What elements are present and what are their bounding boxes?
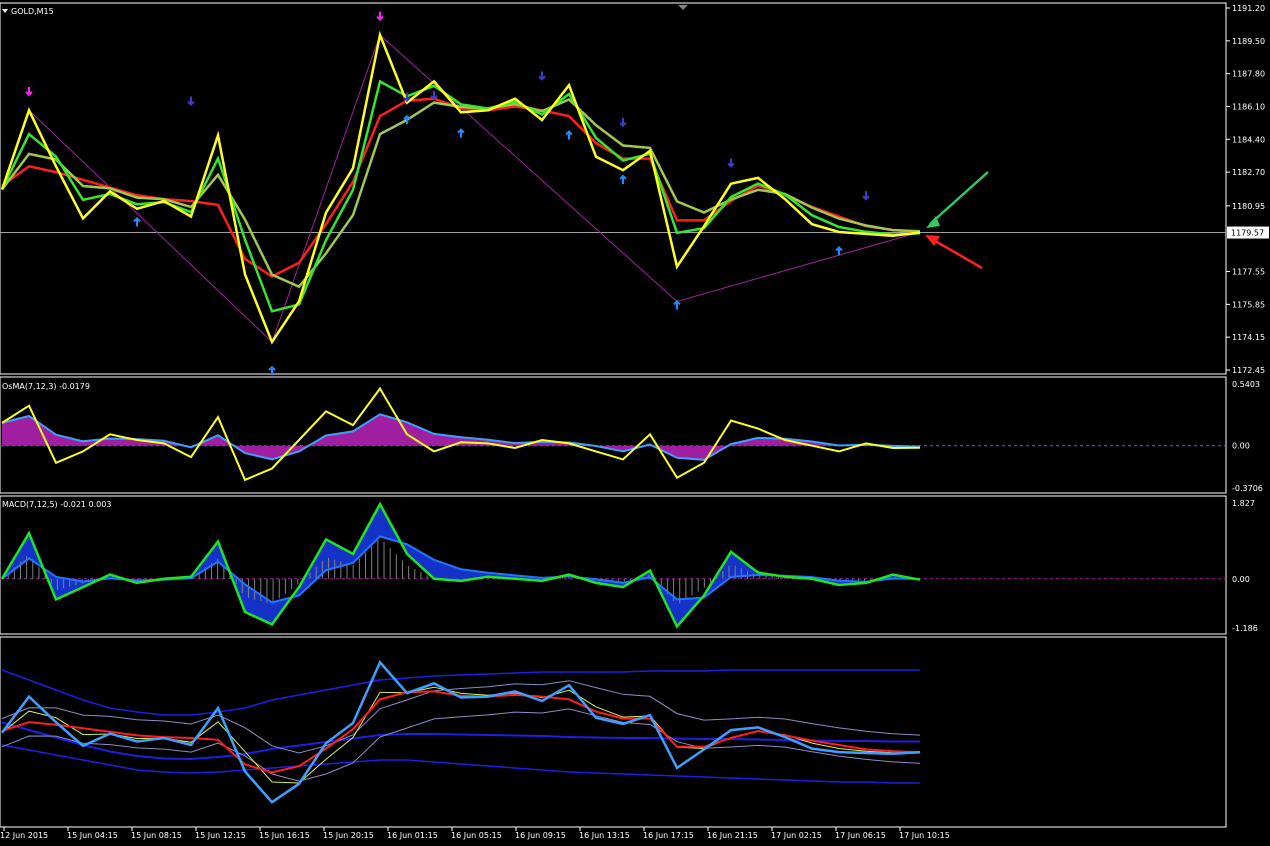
price-tick-label: 1174.15 xyxy=(1232,333,1265,342)
arrow-down-icon xyxy=(430,90,438,101)
trading-chart[interactable]: 1191.20 1189.50 1187.80 1186.10 1184.40 1182.… xyxy=(0,0,1270,846)
price-tick-label: 1177.55 xyxy=(1232,268,1265,277)
time-tick-label: 17 Jun 06:15 xyxy=(835,831,886,840)
bands-price-line xyxy=(0,660,921,804)
time-tick-label: 17 Jun 02:15 xyxy=(771,831,822,840)
macd-main-line xyxy=(0,501,921,629)
time-tick-label: 15 Jun 12:15 xyxy=(195,831,246,840)
price-panel-title: GOLD,M15 xyxy=(11,7,54,16)
current-price-label: 1179.57 xyxy=(1231,229,1264,238)
time-tick-label: 16 Jun 09:15 xyxy=(515,831,566,840)
top-arrow-icon xyxy=(25,86,33,97)
macd-tick-label: -1.186 xyxy=(1232,624,1258,633)
time-tick-label: 16 Jun 21:15 xyxy=(707,831,758,840)
top-arrow-icon xyxy=(376,11,384,21)
arrow-up-icon xyxy=(457,128,465,138)
osma-tick-label: -0.3706 xyxy=(1232,484,1263,493)
price-tick-label: 1182.70 xyxy=(1232,168,1265,177)
macd-tick-label: 1.827 xyxy=(1232,499,1255,508)
macd-tick-label: 0.00 xyxy=(1232,575,1250,584)
price-tick-label: 1189.50 xyxy=(1232,37,1265,46)
time-tick-label: 16 Jun 01:15 xyxy=(387,831,438,840)
time-tick-label: 16 Jun 17:15 xyxy=(643,831,694,840)
red-pointer-head-icon xyxy=(925,235,940,246)
time-tick-label: 15 Jun 08:15 xyxy=(131,831,182,840)
price-tick-label: 1175.85 xyxy=(1232,300,1265,309)
arrow-down-icon xyxy=(619,117,627,128)
time-tick-label: 15 Jun 16:15 xyxy=(259,831,310,840)
macd-panel-frame xyxy=(0,495,1227,635)
price-tick-label: 1180.95 xyxy=(1232,202,1265,211)
time-tick-label: 12 Jun 2015 xyxy=(0,831,48,840)
arrow-down-icon xyxy=(727,158,735,168)
osma-signal-line xyxy=(1,413,921,461)
arrow-down-icon xyxy=(538,71,546,81)
arrow-up-icon xyxy=(133,217,141,227)
time-tick-label: 16 Jun 05:15 xyxy=(451,831,502,840)
green-pointer-arrow xyxy=(929,171,989,225)
envelope-upper-line xyxy=(1,669,920,716)
price-tick-label: 1172.45 xyxy=(1232,366,1265,375)
bands-panel xyxy=(0,660,921,804)
bands-ma-line xyxy=(1,690,921,774)
osma-line xyxy=(1,386,921,482)
osma-panel: 0.5403 0.00 -0.3706 xyxy=(0,380,1263,493)
osma-panel-title: OsMA(7,12,3) -0.0179 xyxy=(2,382,90,391)
osma-tick-label: 0.00 xyxy=(1232,442,1250,451)
price-tick-label: 1186.10 xyxy=(1232,102,1265,111)
arrow-up-icon xyxy=(565,130,573,140)
time-axis: 12 Jun 2015 15 Jun 04:15 15 Jun 08:15 15 Ju… xyxy=(0,827,950,840)
zigzag-line xyxy=(1,34,921,343)
osma-tick-label: 0.5403 xyxy=(1232,380,1260,389)
price-tick-label: 1191.20 xyxy=(1232,4,1265,13)
macd-signal-fill xyxy=(2,504,920,627)
arrow-down-icon xyxy=(862,191,870,201)
scroll-marker-icon[interactable] xyxy=(678,5,688,10)
envelope-lower-line xyxy=(1,744,920,784)
red-pointer-arrow xyxy=(929,236,983,270)
bands-panel-frame xyxy=(0,636,1227,828)
time-tick-label: 15 Jun 20:15 xyxy=(323,831,374,840)
chart-menu-icon[interactable] xyxy=(2,9,8,13)
macd-panel: 1.827 0.00 -1.186 xyxy=(0,499,1258,633)
macd-signal-line xyxy=(1,535,921,604)
price-tick-label: 1187.80 xyxy=(1232,70,1265,79)
arrow-down-icon xyxy=(187,96,195,106)
arrow-up-icon xyxy=(673,300,681,310)
arrow-up-icon xyxy=(619,174,627,184)
osma-panel-frame xyxy=(0,376,1227,494)
time-tick-label: 15 Jun 04:15 xyxy=(67,831,118,840)
slow-ma-line xyxy=(1,97,921,278)
price-panel: 1191.20 1189.50 1187.80 1186.10 1184.40 1182.… xyxy=(0,4,1269,376)
time-tick-label: 16 Jun 13:15 xyxy=(579,831,630,840)
price-line xyxy=(0,30,921,345)
price-panel-frame xyxy=(0,2,1227,375)
price-tick-label: 1184.40 xyxy=(1232,135,1265,144)
macd-panel-title: MACD(7,12,5) -0.021 0.003 xyxy=(2,500,111,509)
time-tick-label: 17 Jun 10:15 xyxy=(899,831,950,840)
